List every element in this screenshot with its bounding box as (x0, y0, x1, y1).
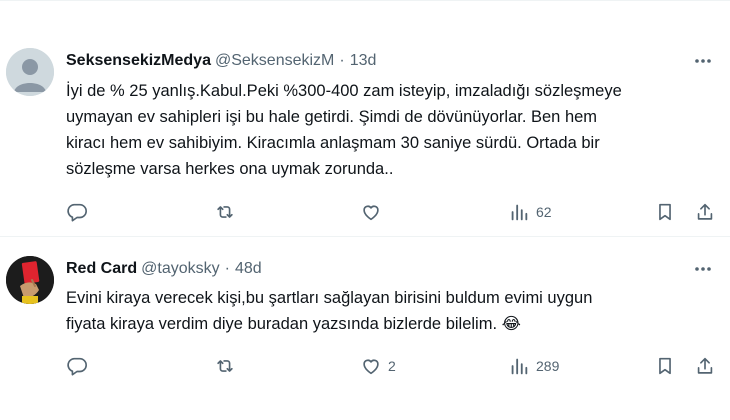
reply-feed: SeksensekizMedya @SeksensekizM · 13d İyi… (0, 0, 730, 420)
more-options-button[interactable] (692, 50, 714, 72)
like-icon (363, 205, 379, 221)
author-handle[interactable]: @tayoksky (141, 260, 219, 278)
avatar[interactable] (6, 256, 54, 304)
timestamp[interactable]: 13d (350, 52, 377, 70)
like-button[interactable]: 2 (360, 352, 396, 380)
tweet[interactable]: Red Card @tayoksky · 48d Evini kiraya ve… (0, 238, 730, 420)
like-icon (363, 359, 379, 375)
bookmark-icon (659, 357, 671, 375)
tweet-header: SeksensekizMedya @SeksensekizM · 13d (66, 50, 376, 72)
more-icon (695, 267, 711, 271)
top-divider (0, 0, 730, 1)
bookmark-icon (659, 203, 671, 221)
like-button[interactable] (360, 198, 388, 226)
bookmark-button[interactable] (654, 352, 676, 380)
tweet-actions: 2 289 (60, 352, 720, 380)
reply-button[interactable] (66, 198, 94, 226)
views-icon (511, 358, 528, 375)
bookmark-button[interactable] (654, 198, 676, 226)
share-button[interactable] (694, 198, 716, 226)
like-count: 2 (388, 358, 396, 374)
red-card-avatar-icon (6, 256, 54, 304)
reply-icon (67, 357, 87, 376)
tweet-header: Red Card @tayoksky · 48d (66, 258, 262, 280)
reply-button[interactable] (66, 352, 94, 380)
tweet-divider (0, 236, 730, 237)
avatar[interactable] (6, 48, 54, 96)
reply-icon (67, 203, 87, 222)
views-icon (511, 204, 528, 221)
tweet-text: Evini kiraya verecek kişi,bu şartları sa… (66, 289, 593, 333)
author-handle[interactable]: @SeksensekizM (215, 52, 334, 70)
separator-dot: · (339, 52, 345, 69)
tweet[interactable]: SeksensekizMedya @SeksensekizM · 13d İyi… (0, 28, 730, 236)
view-count: 289 (536, 358, 560, 374)
tweet-text: İyi de % 25 yanlış.Kabul.Peki %300-400 z… (66, 82, 622, 178)
share-button[interactable] (694, 352, 716, 380)
share-icon (697, 357, 713, 374)
share-icon (697, 203, 713, 220)
default-avatar-icon (6, 48, 54, 96)
views-button[interactable]: 289 (508, 352, 559, 380)
separator-dot: · (224, 260, 230, 277)
retweet-button[interactable] (214, 352, 242, 380)
timestamp[interactable]: 48d (235, 260, 262, 278)
more-options-button[interactable] (692, 258, 714, 280)
retweet-button[interactable] (214, 198, 242, 226)
view-count: 62 (536, 204, 552, 220)
tweet-actions: 62 (60, 198, 720, 226)
author-name[interactable]: Red Card (66, 260, 137, 278)
more-icon (695, 59, 711, 63)
retweet-icon (217, 360, 233, 372)
retweet-icon (217, 206, 233, 218)
views-button[interactable]: 62 (508, 198, 552, 226)
author-name[interactable]: SeksensekizMedya (66, 52, 211, 70)
